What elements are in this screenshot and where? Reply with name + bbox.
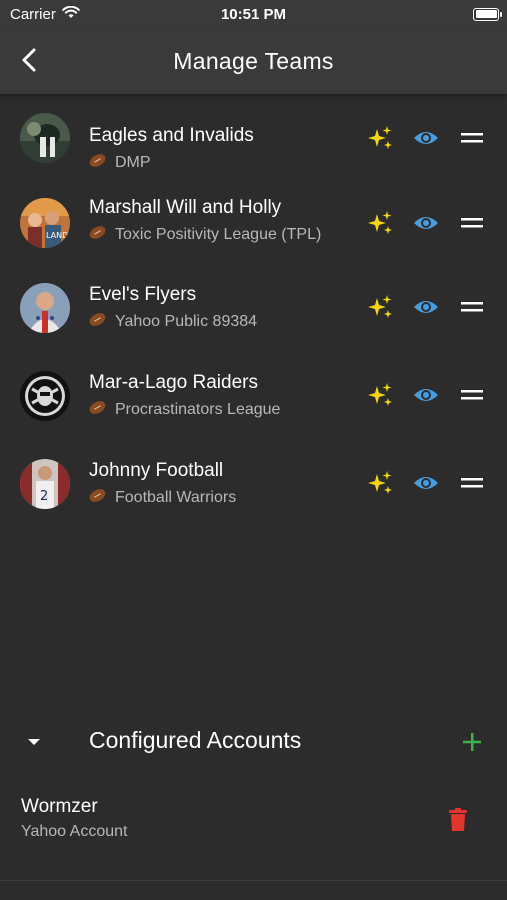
team-avatar — [20, 371, 70, 421]
team-row[interactable]: Mar-a-Lago Raiders Procrastinators Leagu… — [0, 366, 507, 446]
team-avatar: 2 — [20, 459, 70, 509]
collapse-toggle[interactable] — [22, 730, 46, 754]
eye-icon[interactable] — [410, 291, 442, 323]
team-info: Johnny Football Football Warriors — [87, 459, 349, 509]
team-row[interactable]: Eagles and Invalids DMP — [0, 104, 507, 184]
sparkles-icon[interactable] — [364, 467, 396, 499]
svg-text:2: 2 — [40, 489, 48, 504]
account-name: Wormzer — [21, 796, 98, 817]
football-icon — [87, 310, 108, 329]
battery-icon — [473, 7, 502, 21]
drag-handle-icon[interactable] — [456, 379, 488, 411]
page-title: Manage Teams — [173, 47, 334, 74]
league-name: Procrastinators League — [115, 401, 281, 418]
bottom-divider — [0, 880, 507, 881]
team-info: Evel's Flyers Yahoo Public 89384 — [87, 283, 349, 333]
team-league: DMP — [87, 151, 349, 174]
league-name: Football Warriors — [115, 489, 237, 506]
team-league: Football Warriors — [87, 486, 349, 509]
accounts-section-header: Configured Accounts — [0, 718, 507, 766]
team-row[interactable]: Evel's Flyers Yahoo Public 89384 — [0, 278, 507, 358]
team-name: Johnny Football — [89, 460, 224, 481]
football-icon — [87, 486, 108, 505]
eye-icon[interactable] — [410, 379, 442, 411]
drag-handle-icon[interactable] — [456, 207, 488, 239]
team-avatar: LAND — [20, 198, 70, 248]
team-league: Toxic Positivity League (TPL) — [87, 223, 349, 246]
team-league: Procrastinators League — [87, 398, 349, 421]
carrier-label: Carrier — [10, 5, 56, 23]
chevron-left-icon — [22, 48, 36, 72]
row-actions — [364, 291, 489, 323]
league-name: DMP — [115, 154, 151, 171]
football-icon — [87, 223, 108, 242]
status-bar: Carrier 10:51 PM — [0, 0, 507, 28]
row-actions — [364, 122, 489, 154]
row-actions — [364, 379, 489, 411]
sparkles-icon[interactable] — [364, 291, 396, 323]
team-info: Marshall Will and Holly Toxic Positivity… — [87, 196, 349, 246]
drag-handle-icon[interactable] — [456, 291, 488, 323]
nav-header: Manage Teams — [0, 28, 507, 94]
sparkles-icon[interactable] — [364, 379, 396, 411]
svg-text:LAND: LAND — [46, 231, 68, 240]
status-left: Carrier — [10, 5, 80, 23]
account-row[interactable]: Wormzer Yahoo Account — [0, 790, 507, 850]
team-name: Marshall Will and Holly — [89, 197, 282, 218]
team-avatar — [20, 283, 70, 333]
account-type: Yahoo Account — [21, 823, 128, 840]
league-name: Toxic Positivity League (TPL) — [115, 226, 322, 243]
team-name: Evel's Flyers — [89, 284, 197, 305]
drag-handle-icon[interactable] — [456, 467, 488, 499]
football-icon — [87, 398, 108, 417]
team-name: Mar-a-Lago Raiders — [89, 372, 258, 393]
trash-icon — [449, 808, 467, 831]
add-account-button[interactable] — [458, 728, 486, 756]
wifi-icon — [62, 5, 80, 23]
row-actions — [364, 467, 489, 499]
caret-down-icon — [28, 739, 40, 745]
delete-account-button[interactable] — [444, 806, 472, 834]
row-actions — [364, 207, 489, 239]
team-avatar — [20, 113, 70, 163]
team-league: Yahoo Public 89384 — [87, 310, 349, 333]
eye-icon[interactable] — [410, 467, 442, 499]
accounts-title: Configured Accounts — [89, 727, 302, 753]
team-row[interactable]: LAND Marshall Will and Holly Toxic Posit… — [0, 182, 507, 262]
league-name: Yahoo Public 89384 — [115, 313, 258, 330]
sparkles-icon[interactable] — [364, 122, 396, 154]
eye-icon[interactable] — [410, 122, 442, 154]
drag-handle-icon[interactable] — [456, 122, 488, 154]
plus-icon — [463, 733, 481, 751]
sparkles-icon[interactable] — [364, 207, 396, 239]
eye-icon[interactable] — [410, 207, 442, 239]
team-name: Eagles and Invalids — [89, 125, 254, 146]
team-row[interactable]: 2 Johnny Football Football Warriors — [0, 454, 507, 534]
football-icon — [87, 151, 108, 170]
team-info: Eagles and Invalids DMP — [87, 124, 349, 174]
back-button[interactable] — [14, 45, 44, 75]
team-info: Mar-a-Lago Raiders Procrastinators Leagu… — [87, 371, 349, 421]
